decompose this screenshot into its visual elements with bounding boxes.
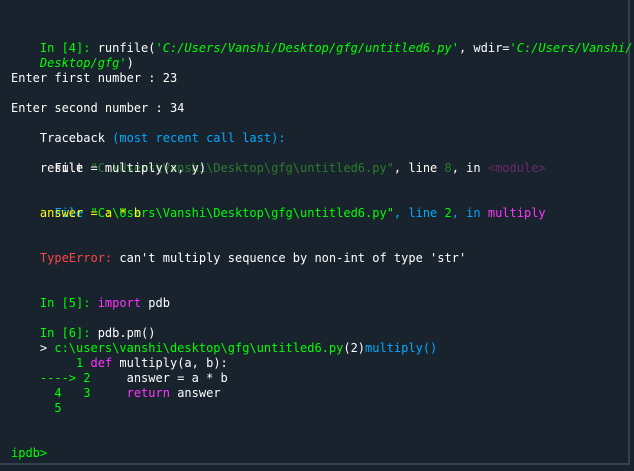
- traceback-frame-1-code: result = multiply(x, y): [11, 161, 207, 175]
- traceback-frame-2: File "C:\Users\Vanshi\Desktop\gfg\untitl…: [39, 206, 546, 220]
- traceback-frame-2-code: answer = a * b: [11, 206, 142, 220]
- ipdb-prompt[interactable]: ipdb>: [11, 446, 47, 461]
- ipython-console[interactable]: In [4]: runfile('C:/Users/Vanshi/Desktop…: [0, 0, 633, 465]
- traceback-header: Traceback (most recent call last):: [39, 131, 286, 145]
- prompt-in-5: In [5]:: [39, 296, 91, 310]
- source-line-2-current: ----> 2 answer = a * b: [39, 371, 228, 385]
- input-cell-4: In [4]: runfile('C:/Users/Vanshi/Desktop…: [39, 41, 633, 55]
- input-cell-5: In [5]: import pdb: [39, 296, 170, 310]
- output-second-number: Enter second number : 34: [11, 101, 185, 115]
- output-first-number: Enter first number : 23: [11, 71, 178, 85]
- source-line-1: 1 def multiply(a, b):: [39, 356, 228, 370]
- error-type: TypeError:: [39, 251, 113, 265]
- pdb-location: > c:\users\vanshi\desktop\gfg\untitled6.…: [39, 341, 438, 355]
- source-line-5: 5: [11, 401, 62, 415]
- input-cell-4-cont: Desktop/gfg'): [39, 56, 134, 70]
- error-message: TypeError: can't multiply sequence by no…: [39, 251, 467, 265]
- source-line-3: 3 return answer: [39, 386, 221, 400]
- traceback-frame-1: File "C:\Users\Vanshi\Desktop\gfg\untitl…: [39, 161, 546, 175]
- source-line-4: 4: [11, 386, 62, 400]
- input-cell-6: In [6]: pdb.pm(): [39, 326, 156, 340]
